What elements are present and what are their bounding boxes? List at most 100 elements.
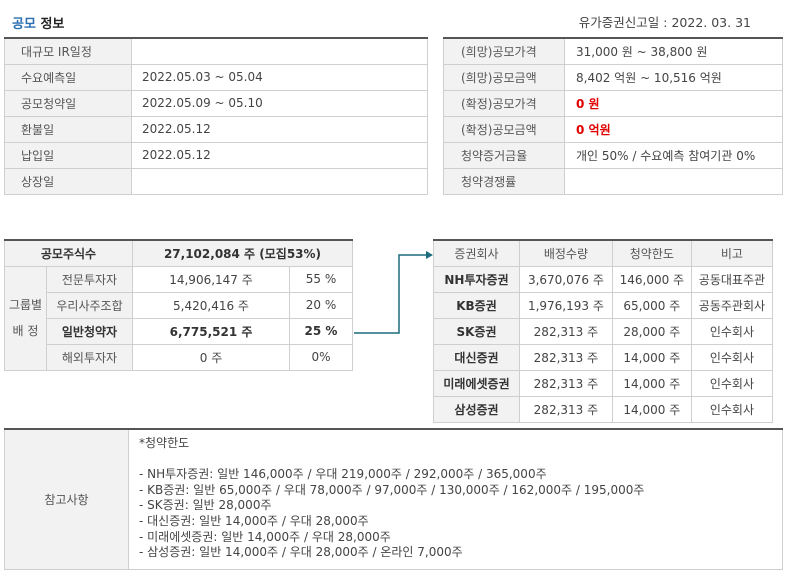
table-row: KB증권 1,976,193 주 65,000 주 공동주관회사 — [433, 291, 774, 319]
pricing-label: (희망)공모금액 — [443, 63, 565, 91]
table-row: SK증권 282,313 주 28,000 주 인수회사 — [433, 317, 774, 345]
schedule-label: 환불일 — [4, 115, 132, 143]
pricing-value: 개인 50% / 수요예측 참여기관 0% — [564, 141, 783, 169]
underwriter-firm: 미래에셋증권 — [433, 369, 520, 397]
allocated-shares: 0 주 — [131, 343, 291, 371]
table-row: 미래에셋증권 282,313 주 14,000 주 인수회사 — [433, 369, 774, 397]
report-date-value: 2022. 03. 31 — [671, 15, 751, 30]
group-label-line-1: 그룹별 — [8, 298, 43, 312]
notes-table: 참고사항 *청약한도 - NH투자증권: 일반 146,000주 / 우대 21… — [4, 428, 783, 570]
table-row: 청약증거금율 개인 50% / 수요예측 참여기관 0% — [443, 141, 783, 169]
schedule-value — [131, 167, 428, 195]
subscription-limit: 14,000 주 — [611, 369, 692, 397]
table-row: 납입일 2022.05.12 — [4, 141, 428, 169]
schedule-label: 수요예측일 — [4, 63, 132, 91]
report-date-label: 유가증권신고일 : — [578, 15, 668, 30]
table-row: 해외투자자 0 주 0% — [5, 343, 353, 371]
notes-line: - NH투자증권: 일반 146,000주 / 우대 219,000주 / 29… — [139, 467, 547, 482]
group-allocation-label: 그룹별 배 정 — [4, 265, 47, 371]
allocation-percent: 0% — [289, 343, 353, 371]
table-row: (확정)공모가격 0 원 — [443, 89, 783, 117]
subscription-limit: 14,000 주 — [611, 395, 692, 423]
title-accent: 공모 — [12, 17, 36, 32]
notes-heading: *청약한도 — [139, 436, 190, 450]
pricing-value: 31,000 원 ~ 38,800 원 — [564, 37, 783, 65]
total-shares-label: 공모주식수 — [4, 239, 133, 267]
table-row: 일반청약자 6,775,521 주 25 % — [5, 317, 353, 345]
schedule-label: 공모청약일 — [4, 89, 132, 117]
confirmed-price-value: 0 원 — [564, 89, 783, 117]
table-row: 우리사주조합 5,420,416 주 20 % — [5, 291, 353, 319]
column-header-note: 비고 — [690, 239, 774, 267]
column-header-firm: 증권회사 — [433, 239, 520, 267]
allocation-percent: 55 % — [289, 265, 353, 293]
allocated-qty: 282,313 주 — [519, 343, 613, 371]
table-row: 삼성증권 282,313 주 14,000 주 인수회사 — [433, 395, 774, 423]
allocated-qty: 282,313 주 — [519, 395, 613, 423]
title-rest: 정보 — [40, 17, 65, 32]
table-row: 공모주식수 27,102,084 주 (모집53%) — [4, 239, 353, 267]
investor-category: 일반청약자 — [46, 317, 133, 345]
allocated-shares: 14,906,147 주 — [131, 265, 291, 293]
schedule-value: 2022.05.09 ~ 05.10 — [131, 89, 428, 117]
allocated-qty: 282,313 주 — [519, 317, 613, 345]
subscription-limit: 28,000 주 — [611, 317, 692, 345]
column-header-qty: 배정수량 — [519, 239, 613, 267]
schedule-value: 2022.05.12 — [131, 115, 428, 143]
subscription-limit: 146,000 주 — [611, 265, 692, 293]
underwriter-firm: KB증권 — [433, 291, 520, 319]
underwriters-table: 증권회사 배정수량 청약한도 비고 NH투자증권 3,670,076 주 146… — [433, 239, 774, 423]
schedule-label: 상장일 — [4, 167, 132, 195]
table-row: 참고사항 *청약한도 - NH투자증권: 일반 146,000주 / 우대 21… — [4, 428, 783, 570]
notes-line: - SK증권: 일반 28,000주 — [139, 498, 272, 513]
notes-label: 참고사항 — [4, 428, 129, 570]
table-row: 그룹별 배 정 전문투자자 14,906,147 주 55 % — [4, 265, 353, 371]
table-row: (확정)공모금액 0 억원 — [443, 115, 783, 143]
table-row: 대규모 IR일정 — [4, 37, 428, 65]
notes-line: - KB증권: 일반 65,000주 / 우대 78,000주 / 97,000… — [139, 482, 645, 497]
notes-line: - 대신증권: 일반 14,000주 / 우대 28,000주 — [139, 513, 369, 528]
table-row: 대신증권 282,313 주 14,000 주 인수회사 — [433, 343, 774, 371]
underwriter-role: 인수회사 — [690, 343, 774, 371]
underwriter-firm: 삼성증권 — [433, 395, 520, 423]
schedule-value — [131, 37, 428, 65]
connector-arrow-icon — [354, 251, 433, 334]
investor-category: 우리사주조합 — [46, 291, 133, 319]
pricing-label: (희망)공모가격 — [443, 37, 565, 65]
underwriter-role: 인수회사 — [690, 317, 774, 345]
allocated-shares: 6,775,521 주 — [131, 317, 291, 345]
pricing-label: 청약증거금율 — [443, 141, 565, 169]
pricing-label: (확정)공모금액 — [443, 115, 565, 143]
schedule-value: 2022.05.12 — [131, 141, 428, 169]
table-row: 환불일 2022.05.12 — [4, 115, 428, 143]
subscription-limit: 65,000 주 — [611, 291, 692, 319]
column-header-limit: 청약한도 — [611, 239, 692, 267]
table-row: (희망)공모가격 31,000 원 ~ 38,800 원 — [443, 37, 783, 65]
page-title: 공모 정보 — [12, 13, 64, 32]
table-header-row: 증권회사 배정수량 청약한도 비고 — [433, 239, 774, 267]
table-row: 공모청약일 2022.05.09 ~ 05.10 — [4, 89, 428, 117]
notes-body: *청약한도 - NH투자증권: 일반 146,000주 / 우대 219,000… — [128, 428, 783, 570]
table-row: NH투자증권 3,670,076 주 146,000 주 공동대표주관 — [433, 265, 774, 293]
confirmed-amount-value: 0 억원 — [564, 115, 783, 143]
pricing-value: 8,402 억원 ~ 10,516 억원 — [564, 63, 783, 91]
report-date: 유가증권신고일 : 2022. 03. 31 — [579, 12, 751, 31]
pricing-value — [564, 167, 783, 195]
allocated-qty: 282,313 주 — [519, 369, 613, 397]
underwriter-firm: NH투자증권 — [433, 265, 520, 293]
underwriter-role: 인수회사 — [690, 395, 774, 423]
pricing-label: 청약경쟁률 — [443, 167, 565, 195]
allocation-percent: 20 % — [289, 291, 353, 319]
total-shares-value: 27,102,084 주 (모집53%) — [132, 239, 353, 267]
underwriter-firm: 대신증권 — [433, 343, 520, 371]
group-label-line-2: 배 정 — [12, 324, 39, 338]
table-row: (희망)공모금액 8,402 억원 ~ 10,516 억원 — [443, 63, 783, 91]
schedule-value: 2022.05.03 ~ 05.04 — [131, 63, 428, 91]
allocated-qty: 1,976,193 주 — [519, 291, 613, 319]
allocation-percent: 25 % — [289, 317, 353, 345]
share-allocation-table: 공모주식수 27,102,084 주 (모집53%) 그룹별 배 정 전문투자자… — [4, 239, 353, 371]
notes-line: - 미래에셋증권: 일반 14,000주 / 우대 28,000주 — [139, 529, 391, 544]
investor-category: 해외투자자 — [46, 343, 133, 371]
subscription-limit: 14,000 주 — [611, 343, 692, 371]
investor-category: 전문투자자 — [46, 265, 133, 293]
